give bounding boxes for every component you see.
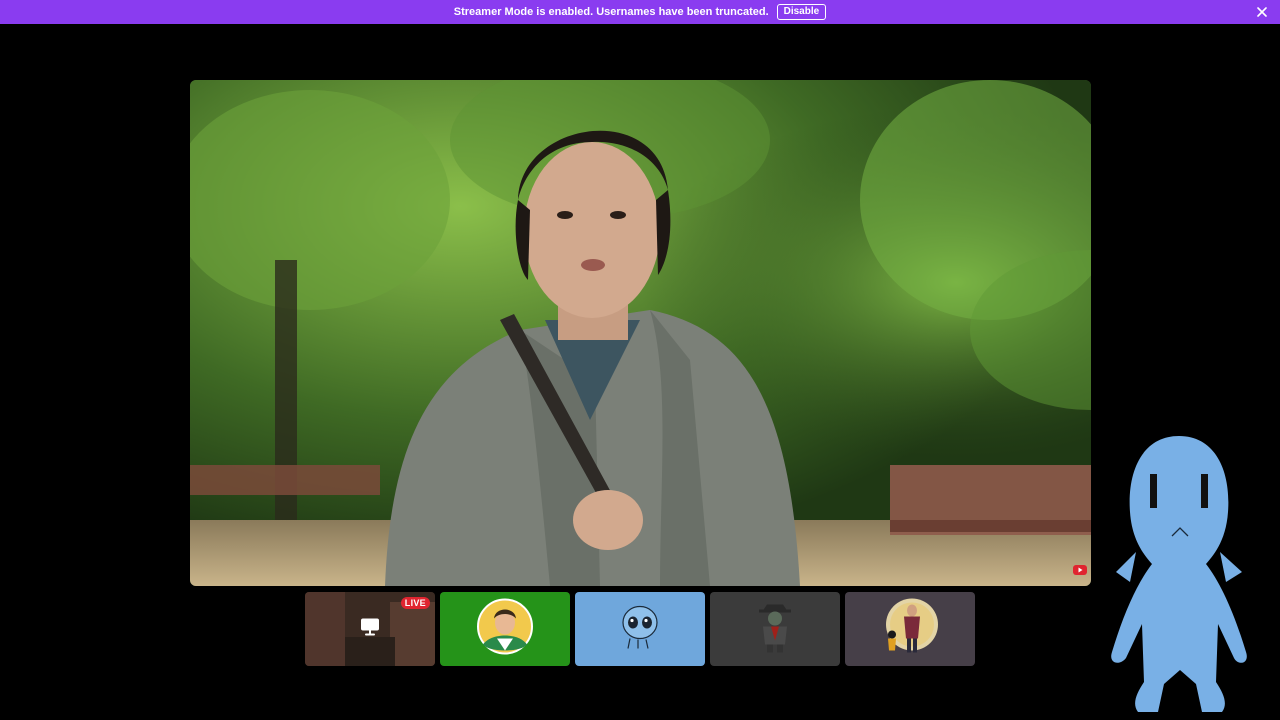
- video-frame: [190, 80, 1091, 586]
- participant-tile-2[interactable]: [440, 592, 570, 666]
- youtube-icon[interactable]: [1073, 564, 1087, 576]
- avatar-villain-character-icon: [757, 601, 793, 658]
- close-icon[interactable]: [1254, 4, 1270, 20]
- participant-tile-5[interactable]: [845, 592, 975, 666]
- live-badge: LIVE: [400, 597, 430, 609]
- screen-share-icon: [360, 618, 380, 641]
- participant-strip: LIVE: [305, 592, 975, 666]
- streamer-mode-message: Streamer Mode is enabled. Usernames have…: [453, 6, 769, 18]
- avatar-hero-character-icon: [880, 597, 940, 662]
- avatar-blue-creature-icon: [618, 603, 662, 656]
- disable-streamer-mode-button[interactable]: Disable: [776, 4, 827, 20]
- main-video-stage[interactable]: [190, 80, 1091, 586]
- streamer-mode-banner: Streamer Mode is enabled. Usernames have…: [0, 0, 1280, 24]
- participant-tile-4[interactable]: [710, 592, 840, 666]
- participant-tile-stream[interactable]: LIVE: [305, 592, 435, 666]
- avatar-anime-character-icon: [477, 598, 533, 660]
- blue-alien-mascot-icon: [1106, 432, 1252, 720]
- participant-tile-3[interactable]: [575, 592, 705, 666]
